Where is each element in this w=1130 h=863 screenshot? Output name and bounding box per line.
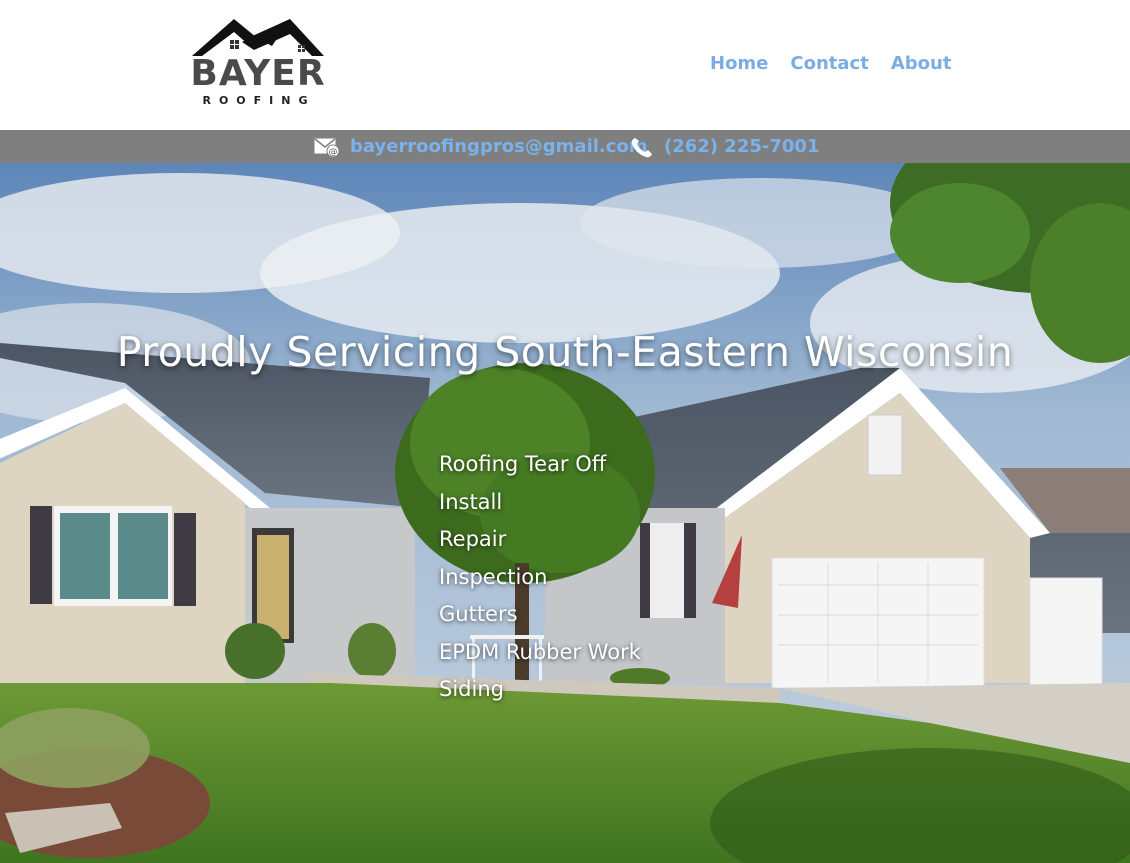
phone-link[interactable]: (262) 225-7001 (664, 136, 819, 157)
hero-title: Proudly Servicing South-Eastern Wisconsi… (116, 328, 1014, 376)
nav-home-link[interactable]: Home (710, 52, 768, 76)
logo-wordmark: BAYER (190, 53, 326, 94)
service-item-repair: Repair (439, 527, 507, 551)
service-item-tear-off: Roofing Tear Off (439, 452, 607, 476)
contact-email[interactable]: @ bayerroofingpros@gmail.com (314, 130, 648, 163)
hero-section: Proudly Servicing South-Eastern Wisconsi… (0, 163, 1130, 863)
service-item-epdm: EPDM Rubber Work (439, 639, 641, 664)
contact-phone[interactable]: (262) 225-7001 (630, 130, 819, 163)
envelope-at-icon: @ (314, 137, 340, 157)
services-list: Roofing Tear Off Install Repair Inspecti… (439, 446, 641, 709)
service-item-gutters: Gutters (439, 602, 518, 626)
svg-text:@: @ (329, 147, 338, 157)
service-item-siding: Siding (439, 677, 504, 701)
nav-contact-link[interactable]: Contact (790, 52, 868, 76)
site-header: BAYER ROOFING Home Contact About (0, 0, 1130, 130)
bayer-roofing-logo[interactable]: BAYER ROOFING (190, 16, 326, 110)
email-link[interactable]: bayerroofingpros@gmail.com (350, 136, 648, 157)
service-item-install: Install (439, 489, 503, 514)
nav-about-link[interactable]: About (891, 52, 952, 76)
logo-subtitle: ROOFING (202, 94, 316, 107)
main-nav: Home Contact About (710, 52, 951, 76)
contact-bar: @ bayerroofingpros@gmail.com (262) 225-7… (0, 130, 1130, 163)
phone-icon (631, 137, 652, 157)
service-item-inspection: Inspection (439, 564, 548, 589)
